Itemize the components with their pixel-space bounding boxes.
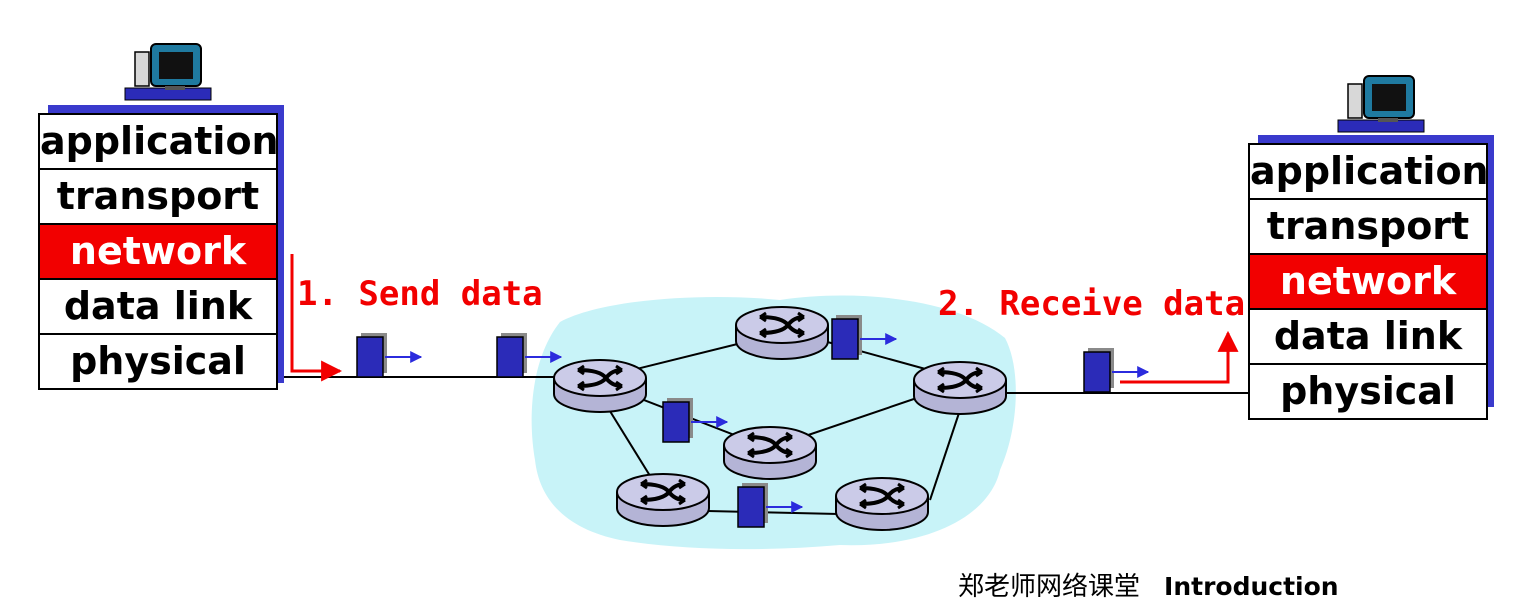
packet-icon [1083, 347, 1150, 393]
course-name: 郑老师网络课堂 [958, 572, 1141, 602]
send-data-label: 1. Send data [297, 274, 543, 314]
layer-transport: transport [40, 170, 276, 225]
desktop-computer-icon [124, 43, 212, 101]
desktop-computer-icon [1337, 75, 1425, 133]
layer-physical: physical [1280, 369, 1456, 413]
layer-physical: physical [70, 339, 246, 383]
layer-application: application [40, 115, 276, 170]
router-icon [552, 358, 648, 414]
router-icon [912, 360, 1008, 416]
layer-data-link: data link [40, 280, 276, 335]
receive-data-label: 2. Receive data [938, 284, 1246, 324]
layer-transport: transport [1250, 200, 1486, 255]
packet-icon [356, 332, 423, 378]
layer-network: network [40, 225, 276, 280]
slide-footer: 郑老师网络课堂 Introduction [958, 566, 1339, 603]
router-icon [734, 305, 830, 361]
layer-data-link: data link [1250, 310, 1486, 365]
router-icon [834, 476, 930, 532]
layer-application: application [1250, 145, 1486, 200]
router-icon [615, 472, 711, 528]
section-title: Introduction [1164, 572, 1339, 601]
router-icon [722, 425, 818, 481]
receive-arrow [1120, 330, 1239, 384]
layer-network: network [1250, 255, 1486, 310]
